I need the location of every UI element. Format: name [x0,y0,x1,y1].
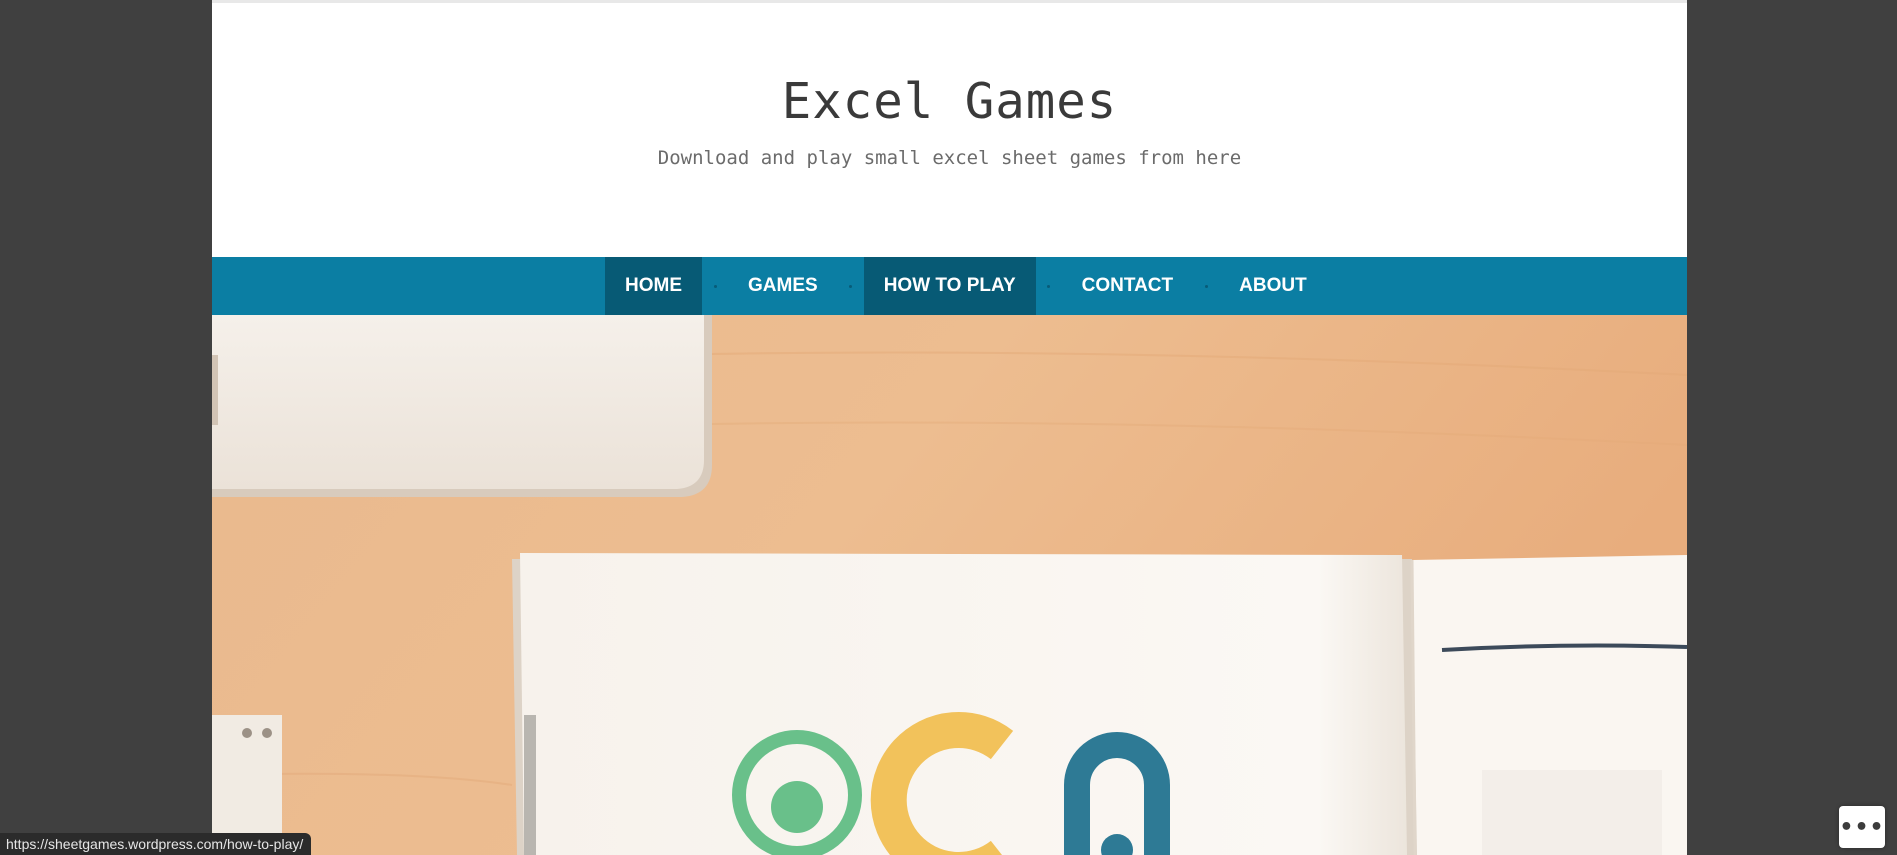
nav-item-home[interactable]: HOME [605,257,702,315]
nav-item-games[interactable]: GAMES [728,257,838,315]
more-options-button[interactable]: ••• [1839,806,1885,848]
nav-list: HOME GAMES HOW TO PLAY CONTACT ABOUT [605,257,1327,315]
header-image [212,315,1687,855]
site-header: Excel Games Download and play small exce… [212,3,1687,257]
site-tagline: Download and play small excel sheet game… [657,147,1242,169]
status-bar-url: https://sheetgames.wordpress.com/how-to-… [0,833,312,855]
nav-separator [702,257,728,315]
nav-separator [838,257,864,315]
ellipsis-icon: ••• [1839,814,1885,840]
nav-item-label: CONTACT [1081,275,1174,296]
nav-item-how-to-play[interactable]: HOW TO PLAY [863,257,1036,315]
nav-item-label: HOME [625,275,682,296]
main-navigation: HOME GAMES HOW TO PLAY CONTACT ABOUT [212,257,1687,315]
nav-item-label: HOW TO PLAY [883,275,1016,296]
nav-item-label: ABOUT [1239,275,1307,296]
page-container: Excel Games Download and play small exce… [212,0,1687,855]
site-title[interactable]: Excel Games [212,73,1687,130]
header-image-illustration [212,315,1687,855]
nav-item-contact[interactable]: CONTACT [1062,257,1193,315]
nav-separator [1036,257,1062,315]
nav-item-label: GAMES [748,275,818,296]
nav-item-about[interactable]: ABOUT [1219,257,1327,315]
nav-separator [1193,257,1219,315]
